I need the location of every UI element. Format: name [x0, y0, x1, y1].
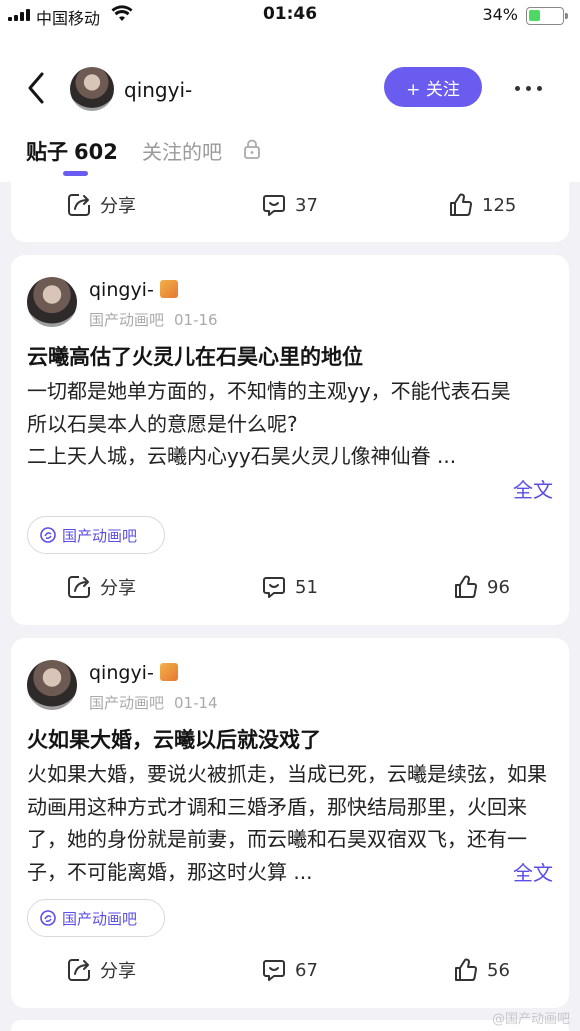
- post-card[interactable]: qingyi- 国产动画吧 01-16 云曦高估了火灵儿在石昊心里的地位 一切都是…: [11, 255, 569, 625]
- share-button[interactable]: 分享: [66, 185, 136, 225]
- like-count: 96: [487, 576, 510, 598]
- level-badge-icon: [159, 280, 178, 298]
- post-card[interactable]: qingyi- 国产动画吧 01-14 火如果大婚，云曦以后就没戏了 火如果大婚，…: [11, 638, 569, 1008]
- like-button[interactable]: 96: [453, 567, 510, 607]
- share-label: 分享: [100, 961, 136, 982]
- post-body-line: 二上天人城，云曦内心yy石昊火灵儿像神仙眷 ...: [27, 444, 457, 468]
- forum-icon: [40, 910, 56, 926]
- action-row: 分享 67 56: [11, 950, 569, 990]
- forum-name: 国产动画吧: [89, 694, 165, 712]
- more-options-icon[interactable]: [515, 86, 542, 91]
- action-row: 分享 37 125: [11, 185, 569, 225]
- author-avatar[interactable]: [27, 277, 77, 327]
- thumbs-up-icon: [455, 575, 477, 598]
- like-button[interactable]: 56: [453, 950, 510, 990]
- status-bar: 中国移动 01:46 34%: [0, 0, 580, 30]
- username: qingyi-: [124, 78, 193, 102]
- share-button[interactable]: 分享: [66, 950, 136, 990]
- author-name-text: qingyi-: [89, 662, 154, 684]
- follow-button[interactable]: + 关注: [384, 67, 482, 107]
- author-avatar[interactable]: [27, 660, 77, 710]
- post-title[interactable]: 云曦高估了火灵儿在石昊心里的地位: [27, 341, 363, 371]
- share-icon: [68, 576, 90, 598]
- post-date: 01-16: [174, 311, 218, 329]
- author-name-text: qingyi-: [89, 279, 154, 301]
- back-arrow-icon[interactable]: [22, 70, 52, 106]
- post-body-line: 火如果大婚，要说火被抓走，当成已死，云曦是续弦，如果动画用这种方式才调和三婚矛盾…: [27, 762, 547, 884]
- read-more-link[interactable]: 全文: [509, 857, 553, 886]
- action-row: 分享 51 96: [11, 567, 569, 607]
- read-more-link[interactable]: 全文: [509, 474, 553, 503]
- post-body[interactable]: 一切都是她单方面的，不知情的主观yy，不能代表石昊 所以石昊本人的意愿是什么呢?…: [27, 375, 555, 505]
- share-label: 分享: [100, 196, 136, 217]
- thumbs-up-icon: [450, 193, 472, 216]
- battery-fill: [529, 10, 540, 21]
- comment-button[interactable]: 51: [261, 567, 318, 607]
- like-count: 56: [487, 959, 510, 981]
- forum-icon: [40, 527, 56, 543]
- forum-tag[interactable]: 国产动画吧: [27, 516, 165, 554]
- comment-count: 37: [295, 194, 318, 216]
- share-icon: [68, 194, 90, 216]
- post-card-partial[interactable]: 分享 37 125: [11, 182, 569, 242]
- post-card-next[interactable]: [11, 1020, 569, 1031]
- lock-icon: [244, 139, 260, 159]
- share-icon: [68, 959, 90, 981]
- profile-header: qingyi- + 关注 贴子 602 关注的吧: [0, 30, 580, 182]
- tab-posts-count: 602: [74, 140, 118, 164]
- like-count: 125: [482, 194, 517, 216]
- post-meta: 国产动画吧 01-16: [89, 309, 218, 330]
- post-body-line: 一切都是她单方面的，不知情的主观yy，不能代表石昊: [27, 379, 511, 403]
- author-name[interactable]: qingyi-: [89, 279, 178, 301]
- follow-label: + 关注: [406, 79, 460, 100]
- comment-count: 67: [295, 959, 318, 981]
- active-tab-indicator: [63, 171, 88, 176]
- battery-percent: 34%: [482, 5, 518, 24]
- comment-icon: [263, 960, 285, 981]
- author-name[interactable]: qingyi-: [89, 662, 178, 684]
- user-avatar[interactable]: [70, 67, 114, 111]
- tab-posts[interactable]: 贴子 602: [26, 136, 118, 166]
- level-badge-icon: [159, 663, 178, 681]
- post-title[interactable]: 火如果大婚，云曦以后就没戏了: [27, 724, 321, 754]
- like-button[interactable]: 125: [448, 185, 516, 225]
- watermark: @国产动画吧: [491, 1012, 570, 1027]
- forum-tag-label: 国产动画吧: [62, 909, 138, 928]
- comment-count: 51: [295, 576, 318, 598]
- tab-posts-label: 贴子: [26, 140, 68, 164]
- battery-icon: [526, 7, 568, 25]
- thumbs-up-icon: [455, 958, 477, 981]
- tab-followed-forums[interactable]: 关注的吧: [142, 136, 222, 165]
- comment-icon: [263, 195, 285, 216]
- share-label: 分享: [100, 578, 136, 599]
- comment-button[interactable]: 67: [261, 950, 318, 990]
- post-body-line: 所以石昊本人的意愿是什么呢?: [27, 411, 298, 436]
- forum-tag-label: 国产动画吧: [62, 526, 138, 545]
- forum-name: 国产动画吧: [89, 311, 165, 329]
- post-date: 01-14: [174, 694, 218, 712]
- share-button[interactable]: 分享: [66, 567, 136, 607]
- forum-tag[interactable]: 国产动画吧: [27, 899, 165, 937]
- comment-button[interactable]: 37: [261, 185, 318, 225]
- post-body[interactable]: 火如果大婚，要说火被抓走，当成已死，云曦是续弦，如果动画用这种方式才调和三婚矛盾…: [27, 758, 555, 888]
- comment-icon: [263, 577, 285, 598]
- post-meta: 国产动画吧 01-14: [89, 692, 218, 713]
